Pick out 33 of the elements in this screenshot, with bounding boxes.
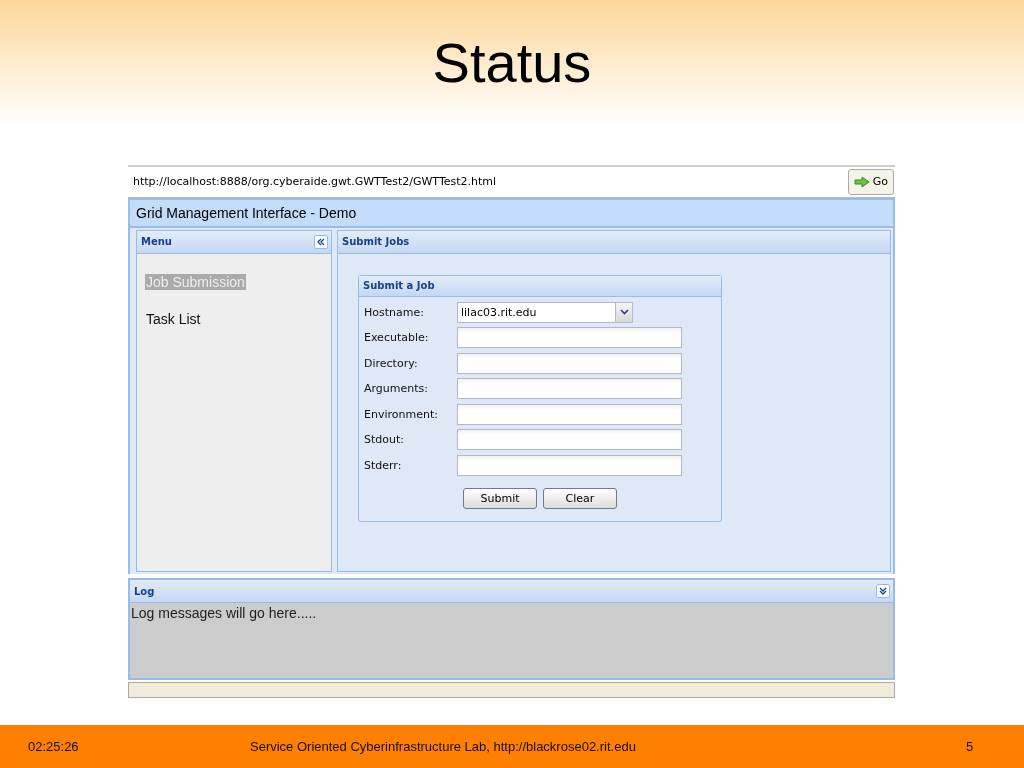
collapse-button[interactable] <box>314 234 328 249</box>
go-button[interactable]: Go <box>847 168 894 195</box>
app-title: Grid Management Interface - Demo <box>136 204 357 221</box>
form-button[interactable]: Submit <box>463 487 537 509</box>
input-field[interactable] <box>457 352 682 374</box>
menu-item[interactable]: Task List <box>145 310 202 327</box>
input-field[interactable] <box>457 403 682 425</box>
page-number: 5 <box>965 739 974 754</box>
field-label: Environment: <box>364 407 439 421</box>
panel-title: Menu <box>141 236 172 248</box>
input-field[interactable] <box>457 378 682 400</box>
input-field[interactable] <box>457 454 682 476</box>
input-field[interactable] <box>457 429 682 451</box>
field-label: Directory: <box>364 356 419 370</box>
arrow-icon <box>853 175 870 188</box>
field-label: Stderr: <box>364 458 403 472</box>
log-message: Log messages will go here..... <box>131 605 317 622</box>
panel-title: Log <box>134 585 155 597</box>
input-field[interactable] <box>457 327 682 349</box>
expand-button[interactable] <box>876 584 890 599</box>
chevron-down-icon <box>615 302 632 322</box>
hostname-dropdown[interactable]: lilac03.rit.edu <box>457 301 633 323</box>
field-label: Hostname: <box>364 305 425 319</box>
field-label: Stdout: <box>364 433 405 447</box>
field-label: Arguments: <box>364 382 429 396</box>
form-title: Submit a Job <box>363 280 435 292</box>
footer-time: 02:25:26 <box>27 739 80 754</box>
panel-title: Submit Jobs <box>342 236 410 248</box>
form-button[interactable]: Clear <box>543 487 617 509</box>
field-label: Executable: <box>364 331 430 345</box>
address-field[interactable]: http://localhost:8888/org.cyberaide.gwt.GWTTest2/GWTTest2.html <box>128 175 848 189</box>
footer-text: Service Oriented Cyberinfrastructure Lab, http://blackrose02.rit.edu <box>249 739 637 754</box>
slide-title: Status <box>432 30 592 96</box>
